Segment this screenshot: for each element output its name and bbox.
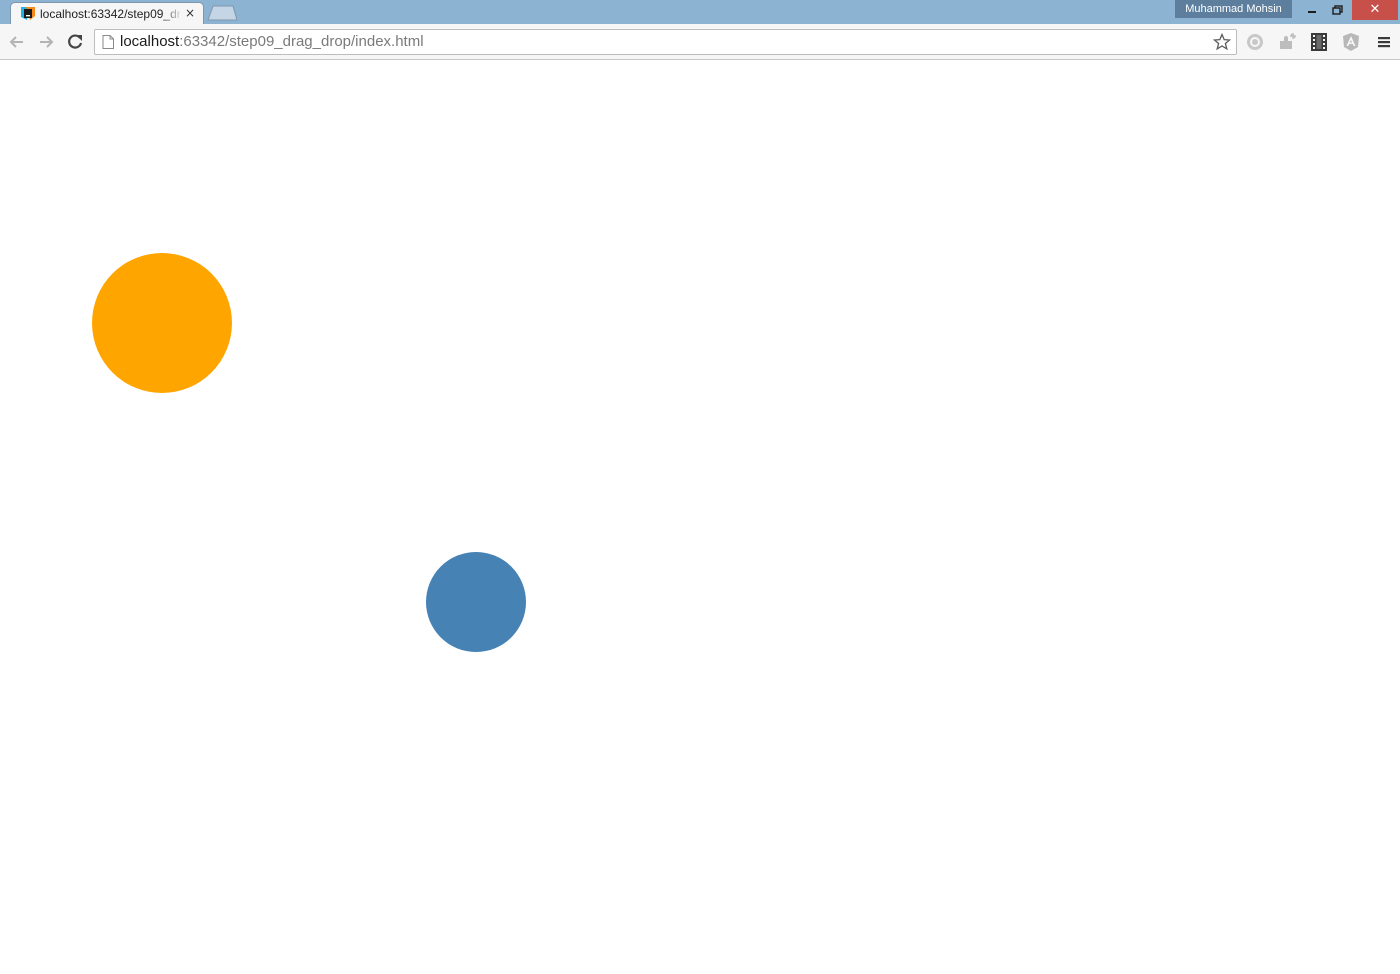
- blue-circle[interactable]: [426, 552, 526, 652]
- bookmark-star-icon[interactable]: [1213, 33, 1231, 51]
- webstorm-icon: [21, 7, 35, 20]
- forward-arrow-icon[interactable]: [36, 32, 56, 52]
- menu-icon[interactable]: [1374, 32, 1394, 52]
- address-bar[interactable]: localhost:63342/step09_drag_drop/index.h…: [94, 29, 1237, 55]
- record-icon[interactable]: [1245, 32, 1265, 52]
- restore-icon[interactable]: [1326, 0, 1350, 20]
- browser-window: localhost:63342/step09_drag_drop/index.h…: [0, 0, 1400, 974]
- back-arrow-icon[interactable]: [7, 32, 27, 52]
- new-tab-button[interactable]: [206, 5, 238, 21]
- browser-tab[interactable]: localhost:63342/step09_drag_drop/index.h…: [10, 2, 204, 24]
- tab-title-fade: [161, 5, 183, 23]
- close-icon[interactable]: ✕: [1352, 0, 1398, 20]
- tab-close-icon[interactable]: ×: [183, 6, 197, 20]
- tab-title: localhost:63342/step09_drag_drop/index.h…: [40, 7, 180, 21]
- film-strip-icon[interactable]: [1309, 32, 1329, 52]
- minimize-icon[interactable]: [1300, 0, 1324, 20]
- toolbar: localhost:63342/step09_drag_drop/index.h…: [0, 24, 1400, 60]
- puzzle-extension-icon[interactable]: [1277, 32, 1297, 52]
- url-path: :63342/step09_drag_drop/index.html: [179, 33, 424, 50]
- angular-shield-icon[interactable]: [1341, 32, 1361, 52]
- page-icon: [102, 35, 114, 49]
- orange-circle[interactable]: [92, 253, 232, 393]
- url-host: localhost: [120, 33, 180, 50]
- reload-icon[interactable]: [65, 32, 85, 52]
- profile-name-badge[interactable]: Muhammad Mohsin: [1175, 0, 1292, 18]
- title-bar: localhost:63342/step09_drag_drop/index.h…: [0, 0, 1400, 24]
- url-text[interactable]: localhost:63342/step09_drag_drop/index.h…: [120, 33, 424, 51]
- page-viewport: [0, 61, 1400, 974]
